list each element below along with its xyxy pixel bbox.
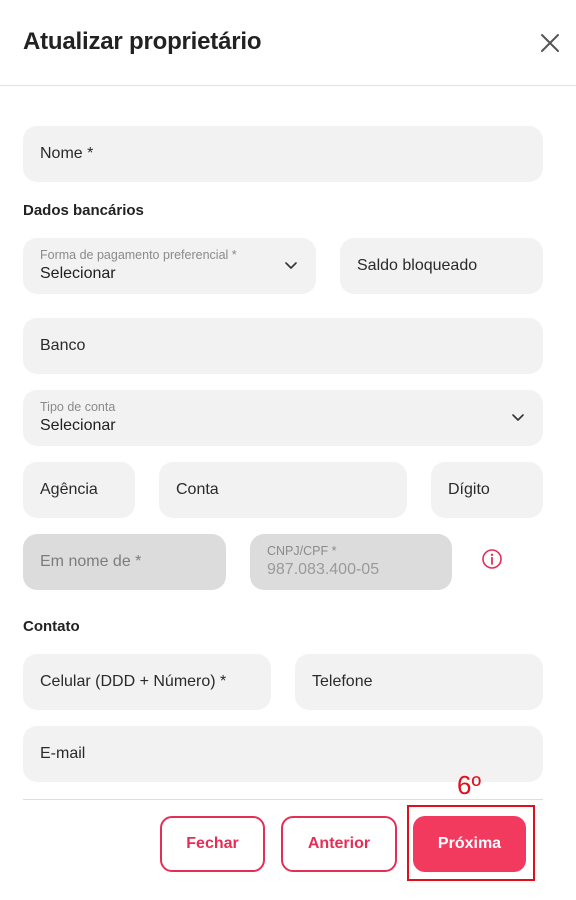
forma-pagamento-value: Selecionar xyxy=(40,265,116,282)
cnpj-cpf-field: CNPJ/CPF * 987.083.400-05 xyxy=(250,534,452,590)
close-icon[interactable] xyxy=(538,31,562,55)
digito-label: Dígito xyxy=(448,481,490,498)
digito-field[interactable]: Dígito xyxy=(431,462,543,518)
cnpj-cpf-label: CNPJ/CPF * xyxy=(267,544,337,558)
saldo-bloqueado-field[interactable]: Saldo bloqueado xyxy=(340,238,543,294)
banco-label: Banco xyxy=(40,337,86,354)
em-nome-de-label: Em nome de * xyxy=(40,553,142,570)
tipo-conta-label: Tipo de conta xyxy=(40,400,116,414)
tipo-conta-value: Selecionar xyxy=(40,417,116,434)
modal-header: Atualizar proprietário xyxy=(0,0,576,86)
anterior-button[interactable]: Anterior xyxy=(281,816,397,872)
step-annotation-box xyxy=(407,805,535,881)
nome-field[interactable]: Nome * xyxy=(23,126,543,182)
step-annotation-label: 6º xyxy=(457,770,481,800)
forma-pagamento-select[interactable]: Forma de pagamento preferencial * Seleci… xyxy=(23,238,316,294)
page-title: Atualizar proprietário xyxy=(23,28,262,55)
info-icon[interactable] xyxy=(481,548,503,570)
telefone-label: Telefone xyxy=(312,673,373,690)
saldo-bloqueado-label: Saldo bloqueado xyxy=(357,257,478,274)
telefone-field[interactable]: Telefone xyxy=(295,654,543,710)
conta-field[interactable]: Conta xyxy=(159,462,407,518)
forma-pagamento-label: Forma de pagamento preferencial * xyxy=(40,248,237,262)
cnpj-cpf-value: 987.083.400-05 xyxy=(267,561,380,578)
chevron-down-icon xyxy=(512,414,524,421)
chevron-down-icon xyxy=(285,262,297,269)
tipo-conta-select[interactable]: Tipo de conta Selecionar xyxy=(23,390,543,446)
banco-field[interactable]: Banco xyxy=(23,318,543,374)
em-nome-de-field: Em nome de * xyxy=(23,534,226,590)
agencia-field[interactable]: Agência xyxy=(23,462,135,518)
celular-field[interactable]: Celular (DDD + Número) * xyxy=(23,654,271,710)
nome-label: Nome * xyxy=(40,145,94,162)
section-contato: Contato xyxy=(23,618,80,635)
agencia-label: Agência xyxy=(40,481,98,498)
section-dados-bancarios: Dados bancários xyxy=(23,202,144,219)
fechar-button[interactable]: Fechar xyxy=(160,816,265,872)
celular-label: Celular (DDD + Número) * xyxy=(40,673,227,690)
conta-label: Conta xyxy=(176,481,219,498)
email-label: E-mail xyxy=(40,745,86,762)
